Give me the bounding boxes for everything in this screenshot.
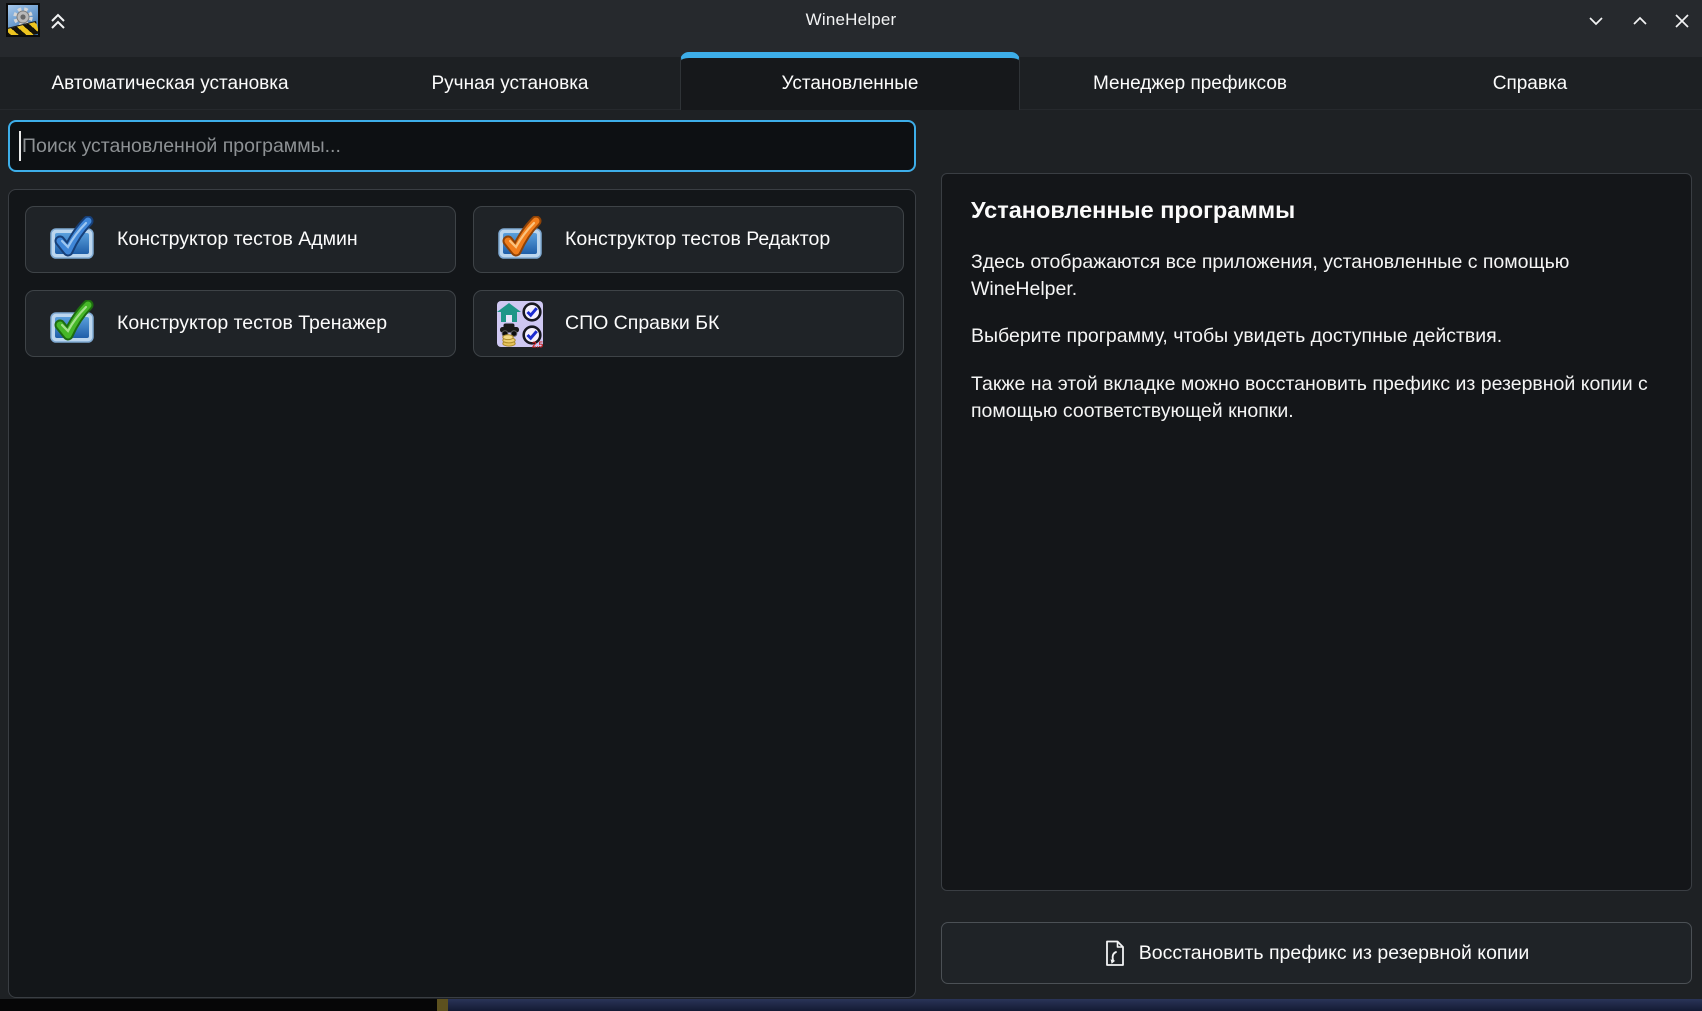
- program-item-konstruktor-redaktor[interactable]: Конструктор тестов Редактор: [473, 206, 904, 273]
- program-item-konstruktor-admin[interactable]: Конструктор тестов Админ: [25, 206, 456, 273]
- info-paragraph: Также на этой вкладке можно восстановить…: [971, 371, 1662, 424]
- installed-programs-panel: Конструктор тестов Админ Конструктор тес…: [8, 189, 916, 998]
- program-item-label: Конструктор тестов Тренажер: [117, 312, 387, 335]
- restore-prefix-button[interactable]: Восстановить префикс из резервной копии: [941, 922, 1692, 984]
- search-placeholder: Поиск установленной программы...: [22, 135, 341, 158]
- info-paragraph: Здесь отображаются все приложения, устан…: [971, 249, 1662, 302]
- background-strip-sliver: [437, 999, 448, 1011]
- test-checkbox-green-icon: [48, 300, 96, 348]
- tab-prefix-manager[interactable]: Менеджер префиксов: [1020, 57, 1360, 110]
- program-item-konstruktor-trenazher[interactable]: Конструктор тестов Тренажер: [25, 290, 456, 357]
- restore-backup-document-icon: [1104, 940, 1126, 967]
- tab-bar: Автоматическая установка Ручная установк…: [0, 57, 1702, 110]
- info-panel-title: Установленные программы: [971, 197, 1662, 224]
- tab-manual-install[interactable]: Ручная установка: [340, 57, 680, 110]
- window-title: WineHelper: [0, 10, 1702, 30]
- close-x-icon[interactable]: [1670, 9, 1694, 33]
- info-paragraph: Выберите программу, чтобы увидеть доступ…: [971, 323, 1662, 350]
- minimize-chevron-down-icon[interactable]: [1584, 9, 1608, 33]
- test-checkbox-blue-icon: [48, 216, 96, 264]
- tab-help[interactable]: Справка: [1360, 57, 1700, 110]
- titlebar: WineHelper: [0, 0, 1702, 57]
- program-item-label: Конструктор тестов Админ: [117, 228, 358, 251]
- maximize-chevron-up-icon[interactable]: [1628, 9, 1652, 33]
- search-input[interactable]: Поиск установленной программы...: [8, 120, 916, 172]
- test-checkbox-orange-icon: [496, 216, 544, 264]
- background-strip-dark: [0, 999, 437, 1011]
- text-caret: [19, 131, 21, 161]
- winehelper-window: WineHelper Автоматическая установка Ручн…: [0, 0, 1702, 999]
- svg-text:2.5: 2.5: [532, 340, 544, 348]
- program-item-spo-spravki-bk[interactable]: 2.5 СПО Справки БК: [473, 290, 904, 357]
- tab-installed[interactable]: Установленные: [680, 52, 1020, 110]
- spo-spravki-bk-icon: 2.5: [496, 300, 544, 348]
- program-item-label: СПО Справки БК: [565, 312, 719, 335]
- restore-prefix-button-label: Восстановить префикс из резервной копии: [1139, 942, 1530, 965]
- program-item-label: Конструктор тестов Редактор: [565, 228, 830, 251]
- info-panel: Установленные программы Здесь отображают…: [941, 173, 1692, 891]
- tab-auto-install[interactable]: Автоматическая установка: [0, 57, 340, 110]
- background-strip: [0, 999, 1702, 1011]
